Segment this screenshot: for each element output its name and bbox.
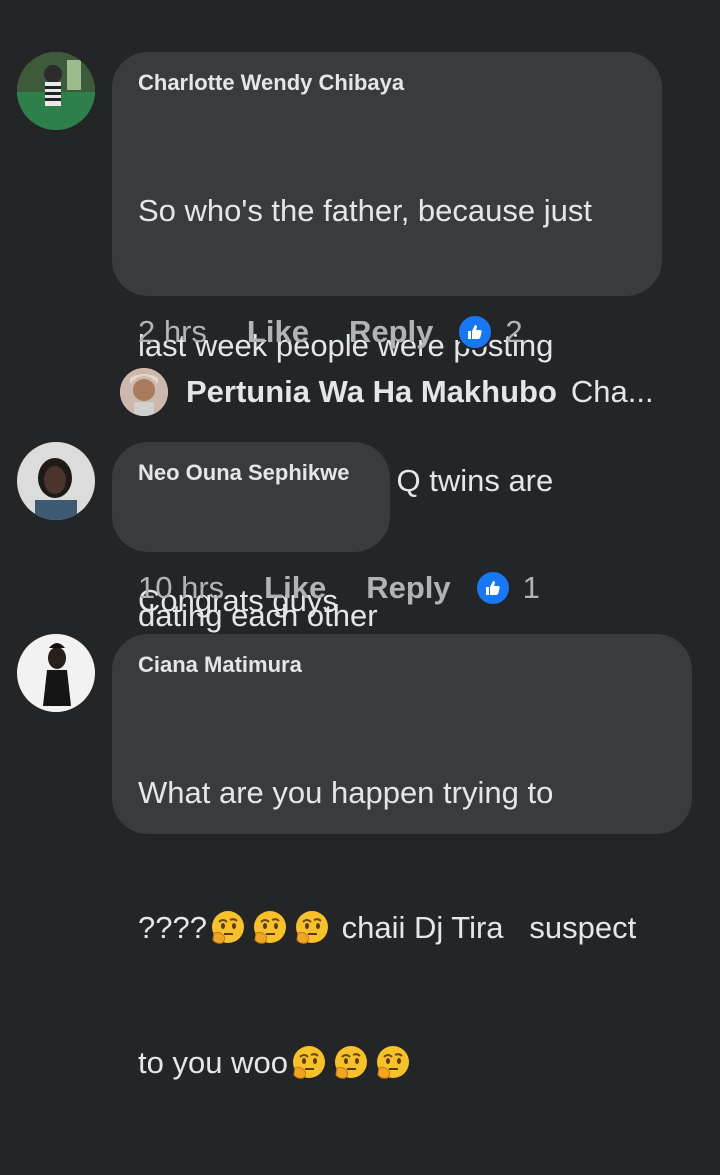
comment-author[interactable]: Neo Ouna Sephikwe [138,458,364,488]
thinking-face-emoji [333,1044,369,1080]
avatar[interactable] [120,368,168,416]
avatar-photo [17,442,95,520]
like-icon [457,314,494,350]
thinking-face-emoji [252,909,288,945]
reply-preview[interactable]: Pertunia Wa Ha Makhubo Cha... [120,368,654,416]
comment-line: ???? [138,910,207,945]
reactions[interactable]: 1 [474,570,540,606]
comment-time[interactable]: 2 hrs [138,314,207,350]
thinking-face-emoji [294,909,330,945]
comment-line: chaii Dj Tira suspect [332,910,637,945]
avatar-photo [17,52,95,130]
like-button[interactable]: Like [264,570,326,606]
thinking-face-emoji [375,1044,411,1080]
reply-author[interactable]: Pertunia Wa Ha Makhubo [186,374,557,410]
comment-actions: 2 hrs Like Reply 2 [138,312,523,352]
comment-line: What are you happen trying to [138,775,554,810]
avatar-photo [17,634,95,712]
reaction-count: 2 [505,314,523,349]
comment-line: So who's the father, because just [138,193,592,228]
comment-author[interactable]: Charlotte Wendy Chibaya [138,68,636,98]
reaction-count: 1 [522,570,540,605]
comment-bubble[interactable]: Charlotte Wendy Chibaya So who's the fat… [112,52,662,296]
reply-button[interactable]: Reply [349,314,433,350]
comment-line: to you woo [138,1045,288,1080]
avatar-photo [120,368,168,416]
avatar[interactable] [17,52,95,130]
like-button[interactable]: Like [247,314,309,350]
like-icon [474,570,511,606]
comment-author[interactable]: Ciana Matimura [138,650,666,680]
thinking-face-emoji [210,909,246,945]
comment-text: What are you happen trying to ???? chaii… [138,680,666,1175]
avatar[interactable] [17,634,95,712]
thinking-face-emoji [291,1044,327,1080]
reply-button[interactable]: Reply [366,570,450,606]
comment-time[interactable]: 10 hrs [138,570,224,606]
comment-bubble[interactable]: Neo Ouna Sephikwe Congrats guys [112,442,390,618]
comment-bubble[interactable]: Ciana Matimura What are you happen tryin… [112,634,692,1080]
reply-snippet: Cha... [570,374,654,409]
reactions[interactable]: 2 [457,314,523,350]
comment-actions: 10 hrs Like Reply 1 [138,568,540,608]
avatar[interactable] [17,442,95,520]
